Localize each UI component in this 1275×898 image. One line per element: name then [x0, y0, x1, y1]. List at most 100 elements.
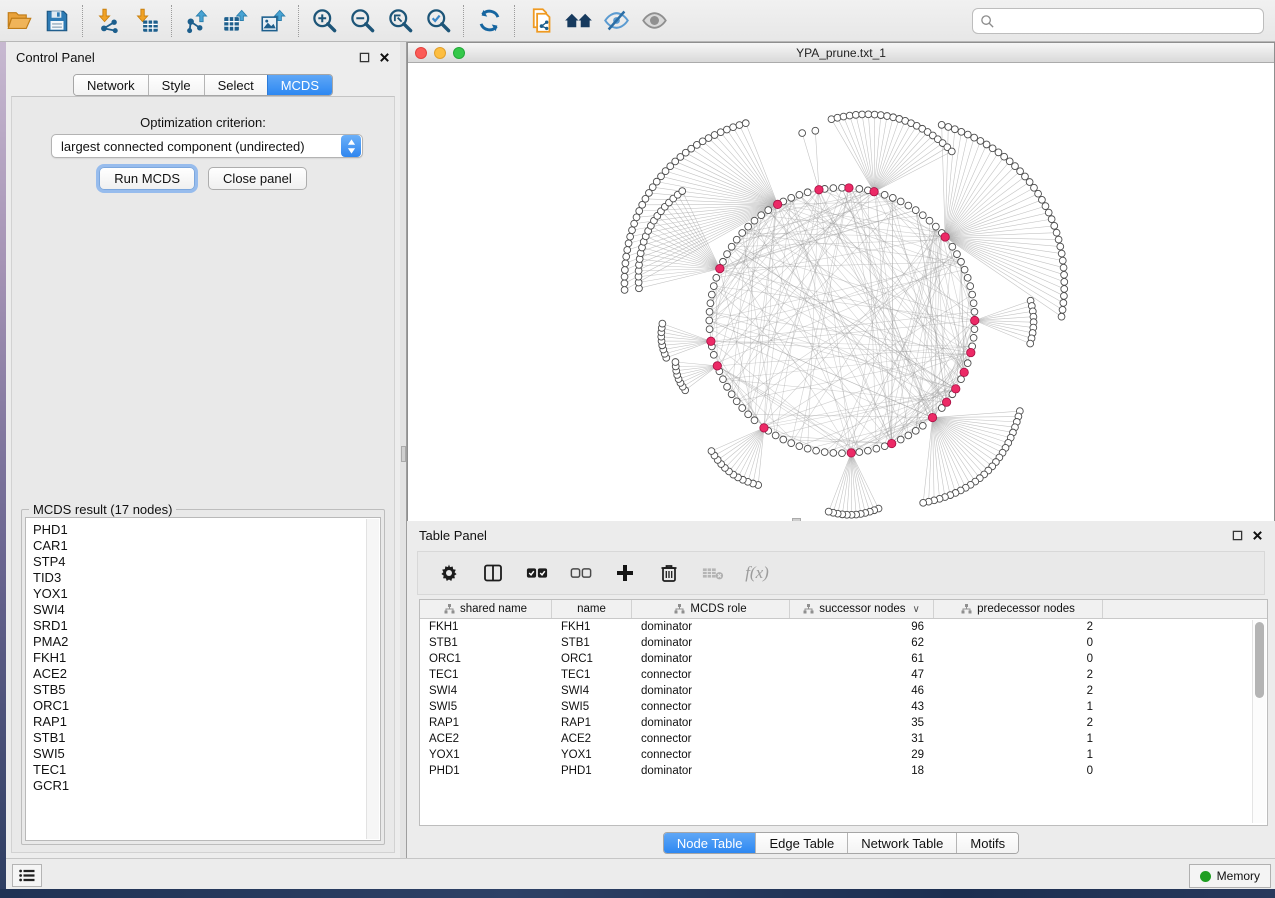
select-all-button[interactable] [526, 562, 548, 584]
result-node-item[interactable]: STB5 [33, 682, 380, 698]
shared-column-icon [961, 604, 972, 614]
show-all-button[interactable] [635, 4, 673, 38]
tab-motifs[interactable]: Motifs [956, 833, 1018, 853]
import-table-button[interactable] [127, 4, 165, 38]
export-table-button[interactable] [216, 4, 254, 38]
column-header-predecessor-nodes[interactable]: predecessor nodes [934, 600, 1103, 618]
column-header-MCDS-role[interactable]: MCDS role [632, 600, 790, 618]
zoom-selected-button[interactable] [419, 4, 457, 38]
result-node-item[interactable]: SRD1 [33, 618, 380, 634]
table-settings-button[interactable] [438, 562, 460, 584]
cell-successor-nodes: 46 [790, 683, 934, 699]
table-row[interactable]: YOX1YOX1connector291 [420, 747, 1267, 763]
network-graph[interactable] [408, 64, 1274, 558]
memory-label: Memory [1217, 869, 1260, 883]
table-scrollbar-thumb[interactable] [1255, 622, 1264, 698]
cell-successor-nodes: 31 [790, 731, 934, 747]
table-row[interactable]: ACE2ACE2connector311 [420, 731, 1267, 747]
import-network-button[interactable] [89, 4, 127, 38]
tab-network[interactable]: Network [74, 75, 148, 95]
table-row[interactable]: RAP1RAP1dominator352 [420, 715, 1267, 731]
result-node-item[interactable]: ACE2 [33, 666, 380, 682]
task-history-button[interactable] [12, 864, 42, 887]
cell-name: TEC1 [552, 667, 632, 683]
result-node-item[interactable]: CAR1 [33, 538, 380, 554]
toolbar-separator [82, 5, 83, 37]
result-node-item[interactable]: PHD1 [33, 522, 380, 538]
vertical-splitter[interactable] [400, 42, 407, 858]
add-column-button[interactable] [614, 562, 636, 584]
function-builder-button: f(x) [746, 562, 768, 584]
cell-MCDS-role: connector [632, 731, 790, 747]
mcds-result-list[interactable]: PHD1CAR1STP4TID3YOX1SWI4SRD1PMA2FKH1ACE2… [25, 517, 381, 841]
search-input[interactable] [995, 11, 1263, 31]
delete-column-button[interactable] [658, 562, 680, 584]
show-columns-button[interactable] [482, 562, 504, 584]
mcds-tab-content: Optimization criterion: largest connecte… [11, 96, 395, 853]
float-panel-icon[interactable] [1232, 530, 1243, 541]
copy-network-button[interactable] [521, 4, 559, 38]
zoom-out-button[interactable] [343, 4, 381, 38]
column-header-shared-name[interactable]: shared name [420, 600, 552, 618]
hide-selected-button[interactable] [597, 4, 635, 38]
tab-style[interactable]: Style [148, 75, 204, 95]
tab-mcds[interactable]: MCDS [267, 75, 332, 95]
table-row[interactable]: TEC1TEC1connector472 [420, 667, 1267, 683]
result-node-item[interactable]: STP4 [33, 554, 380, 570]
deselect-all-button[interactable] [570, 562, 592, 584]
result-node-item[interactable]: FKH1 [33, 650, 380, 666]
table-scrollbar[interactable] [1252, 620, 1266, 823]
result-node-item[interactable]: GCR1 [33, 778, 380, 794]
columns-icon [483, 563, 503, 583]
result-node-item[interactable]: SWI5 [33, 746, 380, 762]
result-node-item[interactable]: YOX1 [33, 586, 380, 602]
tab-select[interactable]: Select [204, 75, 267, 95]
table-row[interactable]: SWI4SWI4dominator462 [420, 683, 1267, 699]
cell-MCDS-role: connector [632, 667, 790, 683]
deselect-all-icon [570, 566, 592, 580]
column-header-successor-nodes[interactable]: successor nodes∨ [790, 600, 934, 618]
zoom-in-icon [311, 7, 338, 34]
network-canvas[interactable] [408, 64, 1274, 558]
tab-node-table[interactable]: Node Table [664, 833, 756, 853]
table-row[interactable]: SWI5SWI5connector431 [420, 699, 1267, 715]
close-panel-icon[interactable] [379, 52, 390, 63]
cell-shared-name: RAP1 [420, 715, 552, 731]
refresh-button[interactable] [470, 4, 508, 38]
tab-edge-table[interactable]: Edge Table [755, 833, 847, 853]
control-panel-tabs: NetworkStyleSelectMCDS [6, 74, 400, 96]
export-image-button[interactable] [254, 4, 292, 38]
criterion-dropdown[interactable]: largest connected component (undirected) [51, 134, 363, 158]
table-row[interactable]: FKH1FKH1dominator962 [420, 619, 1267, 635]
result-node-item[interactable]: ORC1 [33, 698, 380, 714]
close-panel-button[interactable]: Close panel [208, 167, 307, 190]
first-neighbors-button[interactable] [559, 4, 597, 38]
tab-network-table[interactable]: Network Table [847, 833, 956, 853]
shared-column-icon [803, 604, 814, 614]
zoom-in-button[interactable] [305, 4, 343, 38]
close-panel-icon[interactable] [1252, 530, 1263, 541]
result-node-item[interactable]: RAP1 [33, 714, 380, 730]
result-node-item[interactable]: PMA2 [33, 634, 380, 650]
column-header-name[interactable]: name [552, 600, 632, 618]
zoom-fit-button[interactable] [381, 4, 419, 38]
export-network-button[interactable] [178, 4, 216, 38]
table-row[interactable]: PHD1PHD1dominator180 [420, 763, 1267, 779]
search-box[interactable] [972, 8, 1264, 34]
memory-button[interactable]: Memory [1189, 864, 1271, 888]
network-window-titlebar[interactable]: YPA_prune.txt_1 [408, 43, 1274, 63]
result-node-item[interactable]: SWI4 [33, 602, 380, 618]
float-panel-icon[interactable] [359, 52, 370, 63]
result-node-item[interactable]: TEC1 [33, 762, 380, 778]
save-session-button[interactable] [38, 4, 76, 38]
table-row[interactable]: ORC1ORC1dominator610 [420, 651, 1267, 667]
table-row[interactable]: STB1STB1dominator620 [420, 635, 1267, 651]
open-file-button[interactable] [0, 4, 38, 38]
zoom-out-icon [349, 7, 376, 34]
result-node-item[interactable]: TID3 [33, 570, 380, 586]
column-header-label: shared name [460, 603, 527, 615]
run-mcds-button[interactable]: Run MCDS [99, 167, 195, 190]
result-node-item[interactable]: STB1 [33, 730, 380, 746]
result-list-scrollbar[interactable] [366, 519, 379, 839]
cell-predecessor-nodes: 2 [934, 683, 1103, 699]
